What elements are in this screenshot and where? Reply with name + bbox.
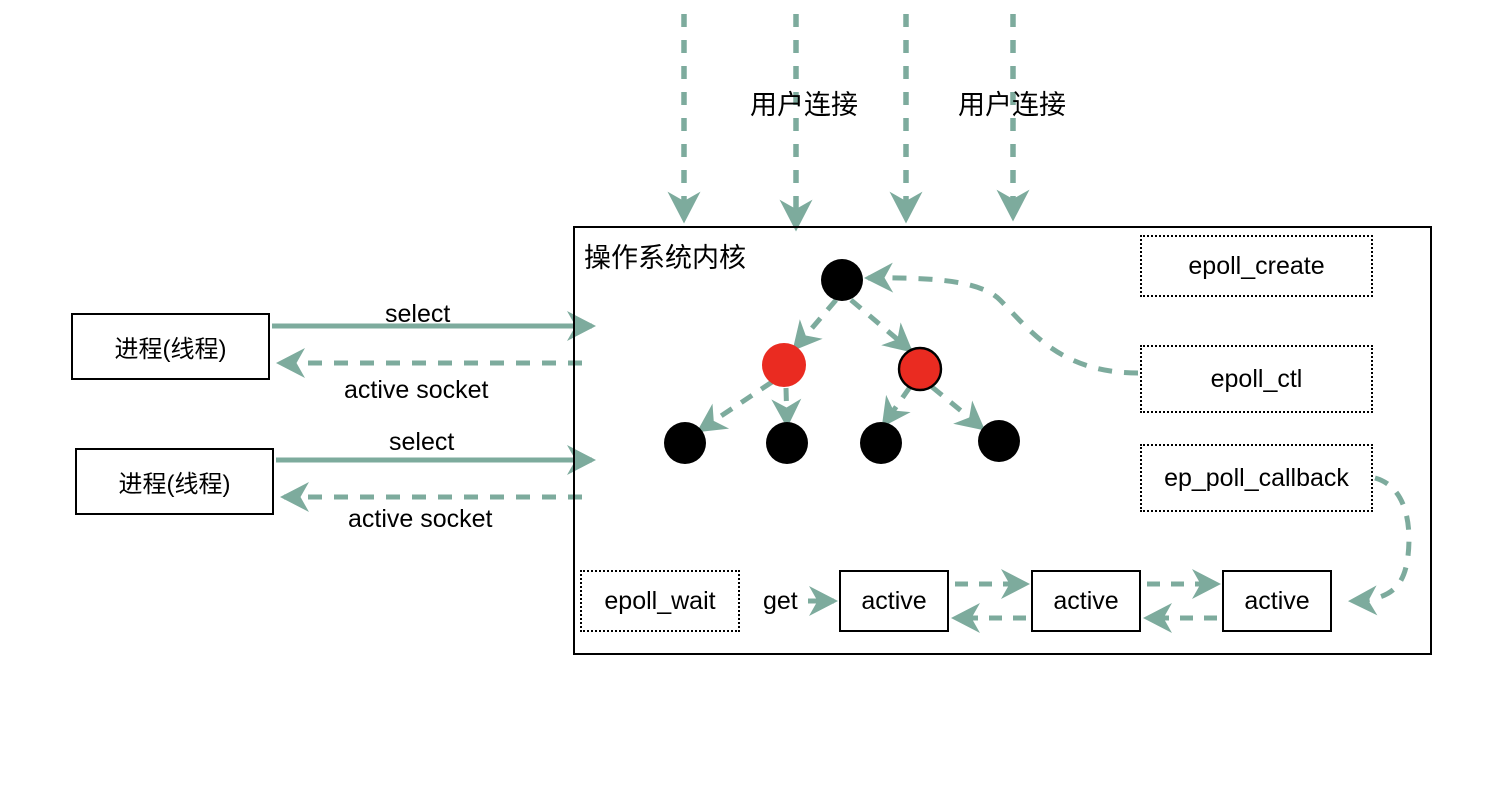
epoll-wait-box[interactable]: epoll_wait: [580, 570, 740, 632]
select-label-1: select: [385, 300, 451, 328]
epoll-ctl-box[interactable]: epoll_ctl: [1140, 345, 1373, 413]
active-box-2[interactable]: active: [1031, 570, 1141, 632]
incoming-connection-arrows: [667, 14, 1030, 232]
process-box-2[interactable]: 进程(线程): [75, 448, 274, 515]
ep-poll-callback-box[interactable]: ep_poll_callback: [1140, 444, 1373, 512]
kernel-title: 操作系统内核: [584, 243, 746, 273]
get-label: get: [763, 587, 798, 615]
active-socket-label-1: active socket: [344, 376, 489, 404]
select-label-2: select: [389, 428, 455, 456]
epoll-create-box[interactable]: epoll_create: [1140, 235, 1373, 297]
active-box-1[interactable]: active: [839, 570, 949, 632]
active-box-3[interactable]: active: [1222, 570, 1332, 632]
user-connection-label-1: 用户连接: [750, 90, 858, 120]
active-socket-label-2: active socket: [348, 505, 493, 533]
user-connection-label-2: 用户连接: [958, 90, 1066, 120]
process-box-1[interactable]: 进程(线程): [71, 313, 270, 380]
diagram-canvas: 操作系统内核 用户连接 用户连接 进程(线程) 进程(线程) select ac…: [0, 0, 1504, 796]
